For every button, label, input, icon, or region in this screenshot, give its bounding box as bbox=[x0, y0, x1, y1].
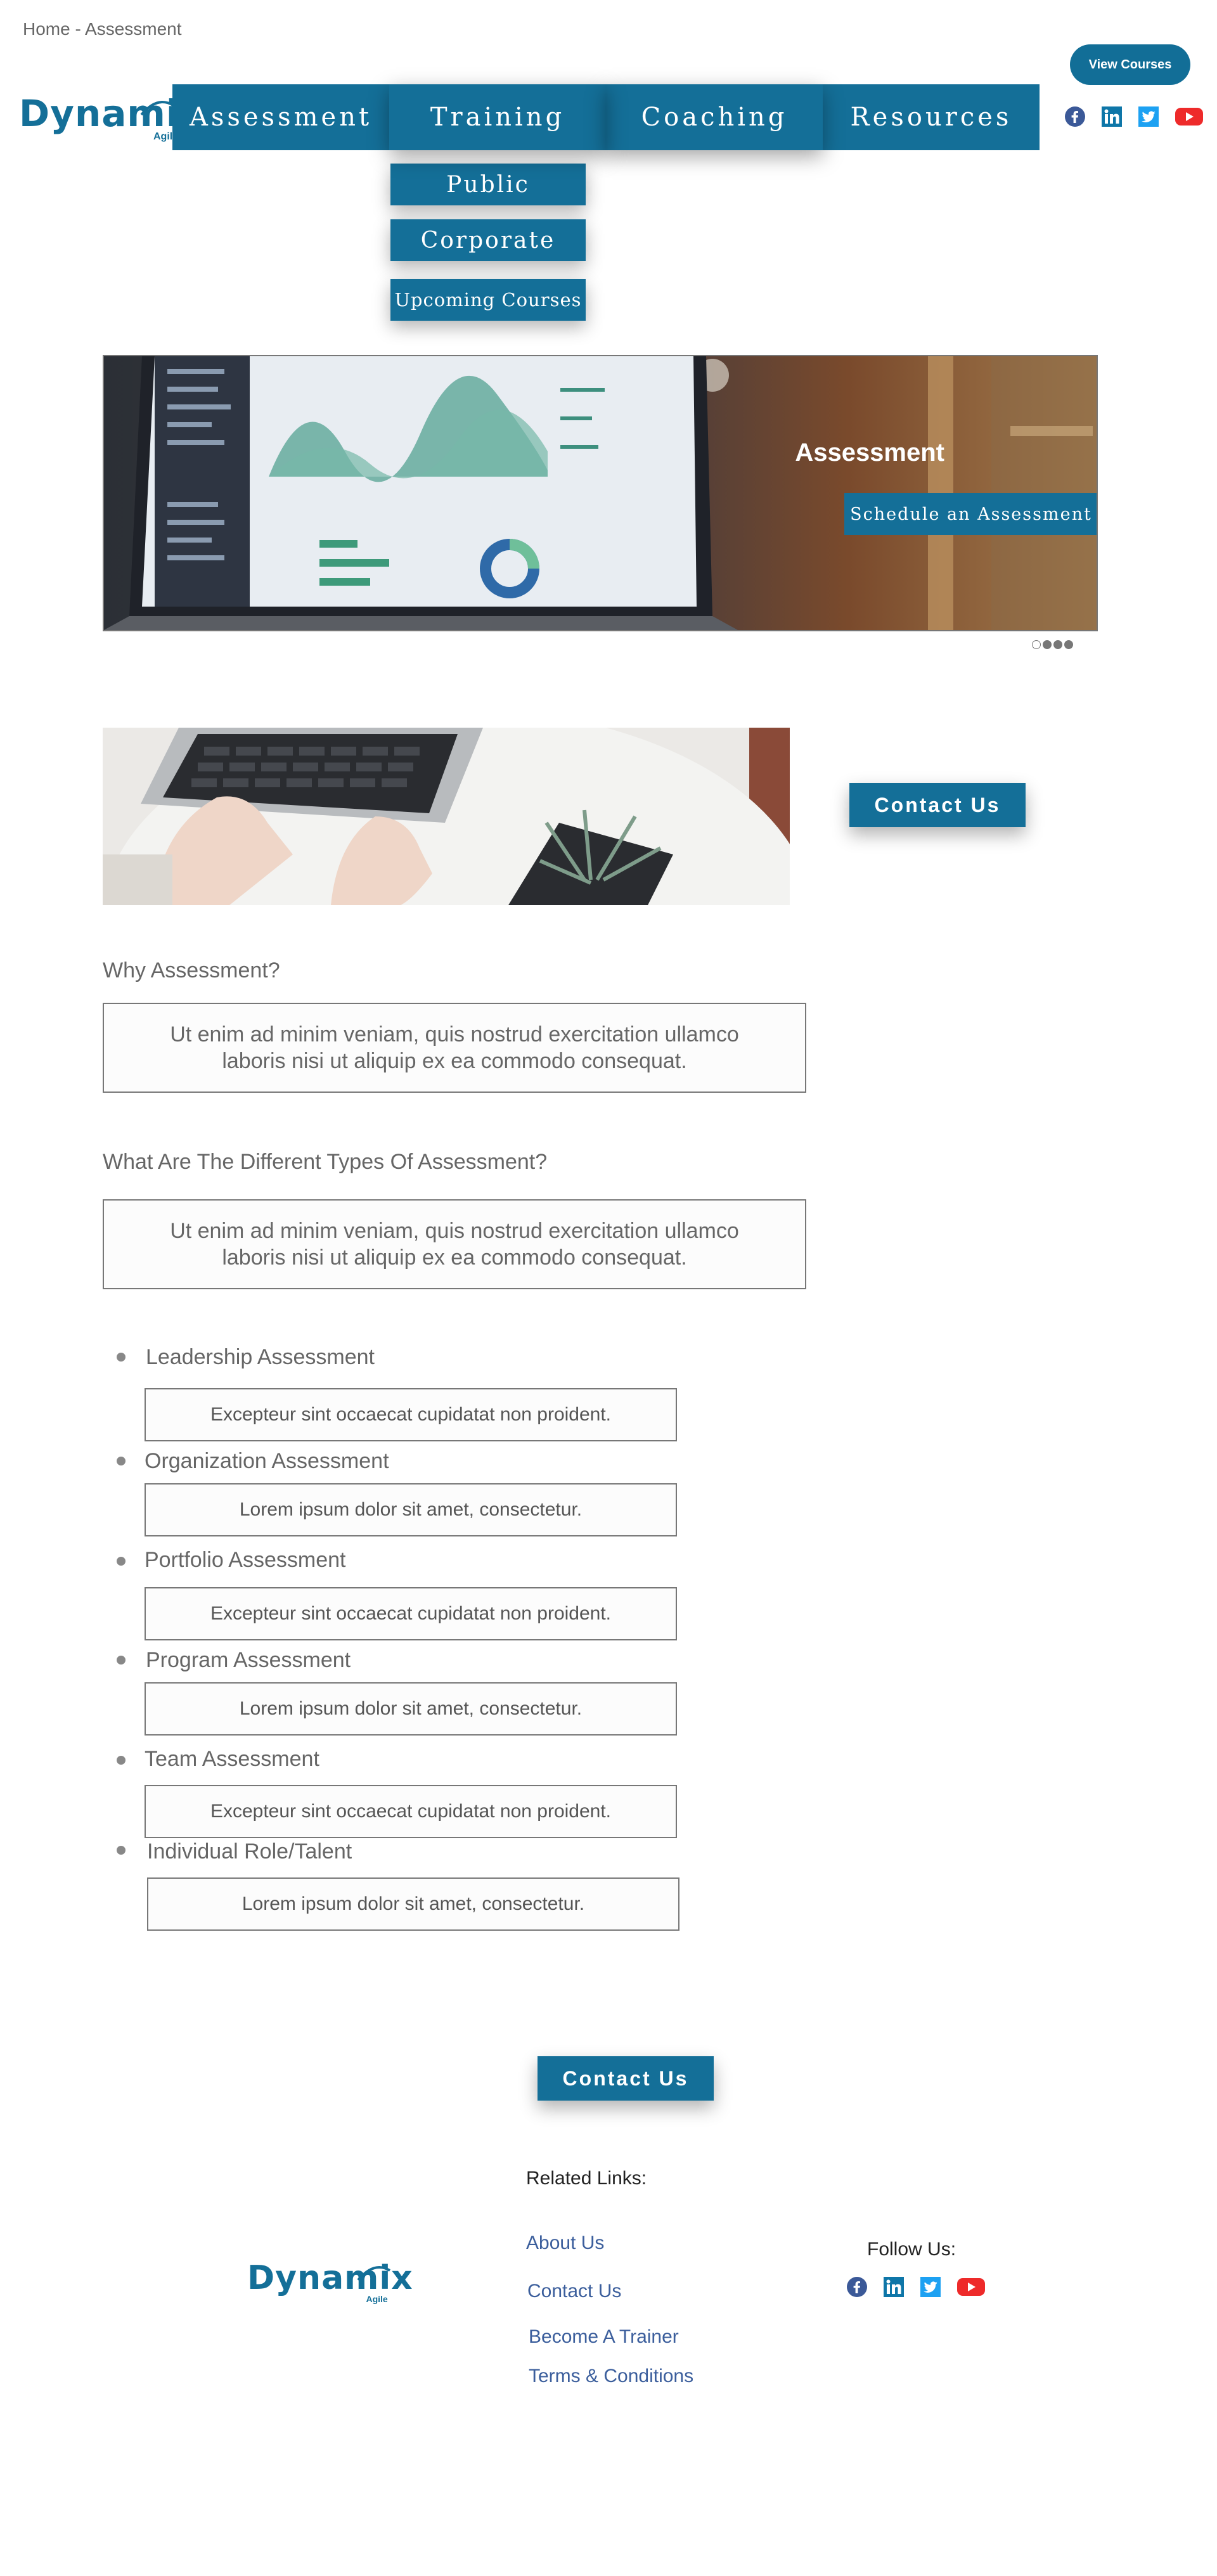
twitter-icon[interactable] bbox=[920, 2277, 941, 2297]
footer-link-contact-us[interactable]: Contact Us bbox=[527, 2281, 621, 2302]
list-item-label: Organization Assessment bbox=[145, 1449, 389, 1473]
list-item-desc: Lorem ipsum dolor sit amet, consectetur. bbox=[145, 1682, 677, 1736]
nav-item-assessment[interactable]: Assessment bbox=[172, 84, 389, 150]
contact-us-button[interactable]: Contact Us bbox=[849, 783, 1026, 827]
list-item-desc: Lorem ipsum dolor sit amet, consectetur. bbox=[147, 1877, 679, 1931]
footer-link-become-a-trainer[interactable]: Become A Trainer bbox=[529, 2326, 679, 2348]
nav-item-training[interactable]: Training bbox=[389, 84, 606, 150]
schedule-assessment-button[interactable]: Schedule an Assessment bbox=[844, 493, 1097, 535]
section-text-box: Ut enim ad minim veniam, quis nostrud ex… bbox=[103, 1003, 806, 1093]
slider-dot-4[interactable] bbox=[1064, 640, 1073, 649]
view-courses-button[interactable]: View Courses bbox=[1070, 44, 1190, 85]
list-item-label: Program Assessment bbox=[146, 1648, 351, 1672]
list-item-label: Leadership Assessment bbox=[146, 1345, 375, 1369]
submenu-item-upcoming-courses[interactable]: Upcoming Courses bbox=[390, 279, 586, 321]
typing-laptop-illustration bbox=[103, 728, 790, 905]
section-heading-why: Why Assessment? bbox=[103, 958, 280, 982]
logo-swoosh-icon bbox=[140, 101, 174, 116]
header-social-icons bbox=[1065, 106, 1203, 127]
list-item-desc: Excepteur sint occaecat cupidatat non pr… bbox=[145, 1785, 677, 1838]
slider-dot-3[interactable] bbox=[1053, 640, 1062, 649]
related-links-title: Related Links: bbox=[526, 2168, 647, 2189]
footer-link-terms[interactable]: Terms & Conditions bbox=[529, 2366, 693, 2387]
slider-dot-2[interactable] bbox=[1043, 640, 1052, 649]
follow-us-title: Follow Us: bbox=[867, 2239, 956, 2260]
list-item-desc: Lorem ipsum dolor sit amet, consectetur. bbox=[145, 1483, 677, 1536]
list-item-desc: Excepteur sint occaecat cupidatat non pr… bbox=[145, 1388, 677, 1441]
list-bullet bbox=[117, 1353, 126, 1362]
youtube-icon[interactable] bbox=[1175, 106, 1203, 127]
nav-item-coaching[interactable]: Coaching bbox=[606, 84, 823, 150]
list-item-label: Team Assessment bbox=[145, 1747, 319, 1771]
contact-us-button-bottom[interactable]: Contact Us bbox=[538, 2056, 714, 2101]
section-text-box: Ut enim ad minim veniam, quis nostrud ex… bbox=[103, 1199, 806, 1289]
list-bullet bbox=[117, 1756, 126, 1765]
facebook-icon[interactable] bbox=[1065, 106, 1085, 127]
logo-subtitle: Agile bbox=[366, 2294, 388, 2304]
breadcrumb: Home - Assessment bbox=[23, 19, 182, 39]
nav-item-resources[interactable]: Resources bbox=[823, 84, 1040, 150]
slider-dot-1[interactable] bbox=[1032, 640, 1041, 649]
list-item-label: Portfolio Assessment bbox=[145, 1548, 346, 1572]
list-bullet bbox=[117, 1557, 126, 1566]
facebook-icon[interactable] bbox=[847, 2277, 867, 2297]
main-nav: Assessment Training Coaching Resources bbox=[172, 84, 1040, 150]
logo-swoosh-icon bbox=[357, 2266, 391, 2281]
youtube-icon[interactable] bbox=[957, 2277, 985, 2297]
footer-social-icons bbox=[847, 2277, 985, 2297]
slider-dots bbox=[1032, 640, 1075, 649]
section-heading-types: What Are The Different Types Of Assessme… bbox=[103, 1150, 548, 1174]
hero-banner: Assessment Schedule an Assessment bbox=[103, 355, 1098, 631]
list-item-desc: Excepteur sint occaecat cupidatat non pr… bbox=[145, 1587, 677, 1640]
footer-link-about-us[interactable]: About Us bbox=[526, 2232, 604, 2254]
list-bullet bbox=[117, 1656, 126, 1665]
linkedin-icon[interactable] bbox=[884, 2277, 904, 2297]
banner-title: Assessment bbox=[795, 439, 944, 467]
typing-laptop-image bbox=[103, 728, 790, 905]
linkedin-icon[interactable] bbox=[1102, 106, 1122, 127]
submenu-item-corporate[interactable]: Corporate bbox=[390, 219, 586, 261]
list-bullet bbox=[117, 1846, 126, 1855]
submenu-item-public[interactable]: Public bbox=[390, 164, 586, 205]
list-item-label: Individual Role/Talent bbox=[147, 1839, 352, 1864]
twitter-icon[interactable] bbox=[1138, 106, 1159, 127]
list-bullet bbox=[117, 1457, 126, 1465]
